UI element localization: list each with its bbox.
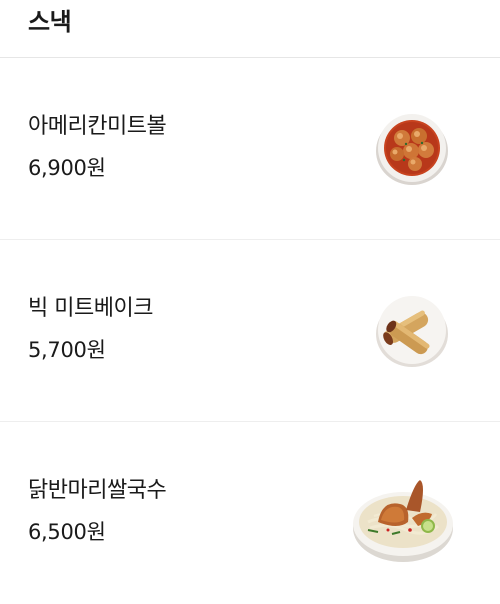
item-name: 빅 미트베이크 xyxy=(28,296,153,321)
item-price: 6,900원 xyxy=(28,156,106,180)
item-name: 닭반마리쌀국수 xyxy=(28,478,167,503)
menu-item-big-meat-bake[interactable]: 빅 미트베이크 5,700원 xyxy=(0,240,500,422)
menu-list: 아메리칸미트볼 6,900원 빅 미트베이크 5,700원 닭반마리쌀국수 6,… xyxy=(0,58,500,604)
item-name: 아메리칸미트볼 xyxy=(28,114,167,139)
menu-item-chicken-rice-noodle[interactable]: 닭반마리쌀국수 6,500원 xyxy=(0,422,500,604)
section-header: 스낵 xyxy=(0,0,500,58)
menu-item-american-meatball[interactable]: 아메리칸미트볼 6,900원 xyxy=(0,58,500,240)
section-title: 스낵 xyxy=(28,8,72,36)
meat-bake-rolls-icon xyxy=(372,290,452,370)
item-price: 6,500원 xyxy=(28,520,106,544)
item-price: 5,700원 xyxy=(28,338,106,362)
chicken-rice-noodle-bowl-icon xyxy=(348,460,458,570)
meatball-bowl-icon xyxy=(372,108,452,188)
